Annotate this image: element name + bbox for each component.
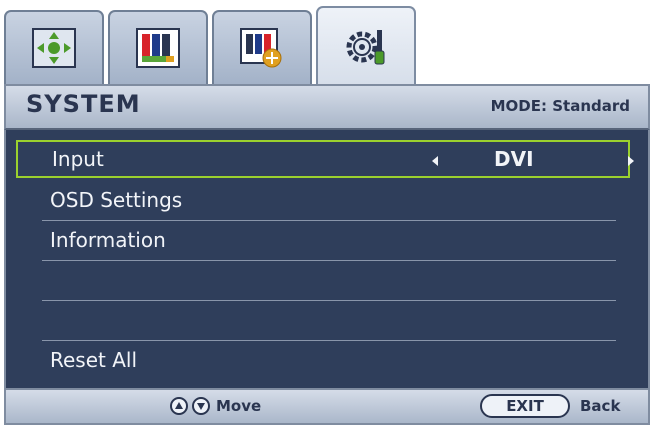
mode-indicator: MODE: Standard	[490, 97, 630, 115]
menu-header: SYSTEM MODE: Standard	[4, 84, 650, 130]
tab-bar	[4, 4, 650, 86]
tab-position[interactable]	[4, 10, 104, 84]
menu-item-information[interactable]: Information	[42, 222, 616, 261]
osd-menu: SYSTEM MODE: Standard Input DVI OSD Sett…	[4, 4, 650, 425]
arrow-right-icon[interactable]	[628, 156, 634, 166]
menu-item-label: Input	[52, 147, 104, 171]
tab-system[interactable]	[316, 6, 416, 86]
tab-picture-advanced[interactable]	[212, 10, 312, 84]
menu-footer: Move EXIT Back	[4, 388, 650, 425]
menu-item-reset-all[interactable]: Reset All	[42, 342, 616, 380]
input-value: DVI	[494, 147, 534, 171]
back-hint: Back	[580, 397, 621, 415]
menu-item-osd-settings[interactable]: OSD Settings	[42, 182, 616, 221]
menu-item-label: OSD Settings	[50, 188, 183, 212]
menu-item-label: Information	[50, 228, 166, 252]
system-gear-icon	[344, 27, 388, 67]
up-button-icon[interactable]	[170, 397, 188, 415]
move-arrows-icon	[32, 28, 76, 68]
down-button-icon[interactable]	[192, 397, 210, 415]
menu-list: Input DVI OSD Settings Information Reset…	[4, 130, 650, 388]
color-bars-icon	[136, 28, 180, 68]
move-hint: Move	[216, 397, 262, 415]
menu-item-empty	[42, 262, 616, 301]
arrow-left-icon[interactable]	[432, 156, 438, 166]
menu-item-label: Reset All	[50, 348, 138, 372]
menu-item-empty	[42, 302, 616, 341]
tab-picture[interactable]	[108, 10, 208, 84]
page-title: SYSTEM	[26, 90, 141, 118]
picture-advanced-icon	[240, 28, 284, 68]
exit-button[interactable]: EXIT	[480, 394, 570, 418]
menu-item-input[interactable]: Input DVI	[16, 140, 634, 178]
